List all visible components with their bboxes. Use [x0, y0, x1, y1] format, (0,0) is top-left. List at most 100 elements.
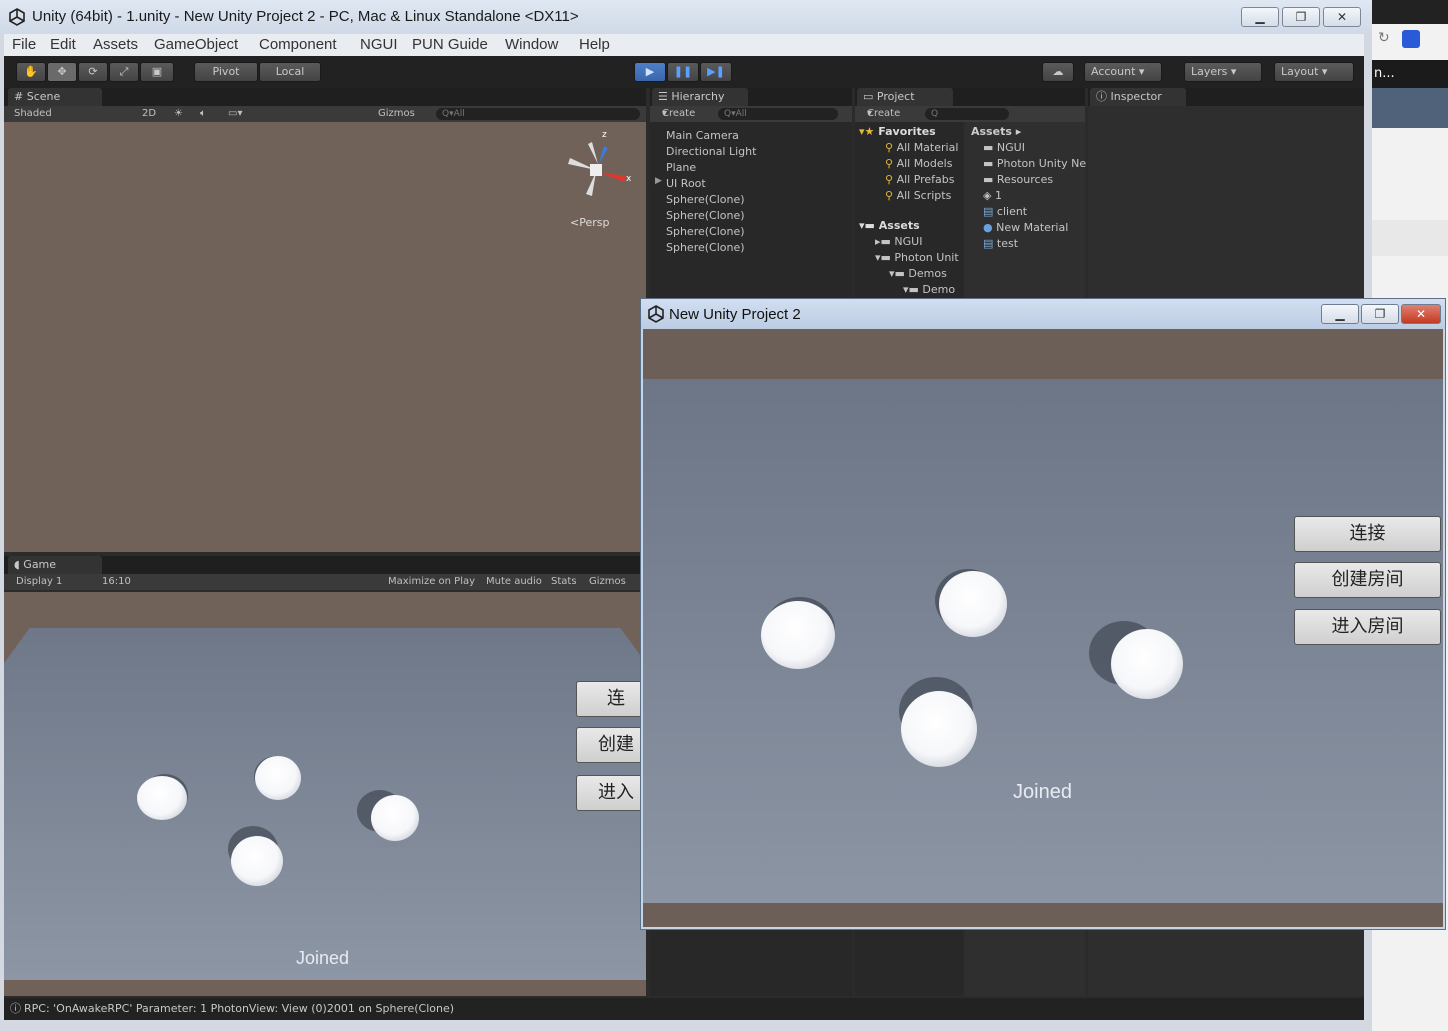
menu-assets[interactable]: Assets [93, 36, 138, 53]
effects-icon[interactable]: ▭▾ [228, 106, 242, 122]
player-close-button[interactable]: ✕ [1401, 304, 1441, 324]
extension-icon[interactable] [1402, 30, 1420, 48]
asset-item[interactable]: ▤ test [971, 236, 1086, 252]
close-button[interactable]: ✕ [1323, 7, 1361, 27]
fav-all-models[interactable]: ⚲ All Models [859, 156, 959, 172]
player-window-titlebar: New Unity Project 2 ▁ ❐ ✕ [641, 299, 1445, 329]
stats-toggle[interactable]: Stats [551, 574, 577, 590]
maximize-on-play-toggle[interactable]: Maximize on Play [388, 574, 475, 590]
status-bar[interactable]: ⓘ RPC: 'OnAwakeRPC' Parameter: 1 PhotonVi… [4, 998, 1364, 1020]
rotate-tool-button[interactable]: ⟳ [78, 62, 108, 82]
persp-label[interactable]: <Persp [570, 216, 609, 229]
minimize-button[interactable]: ▁ [1241, 7, 1279, 27]
audio-icon[interactable]: 🔈︎ [200, 106, 206, 122]
account-dropdown[interactable]: Account ▾ [1084, 62, 1162, 82]
game-create-room-button[interactable]: 创建 [576, 727, 646, 763]
display-dropdown[interactable]: Display 1 [16, 574, 62, 590]
layout-dropdown[interactable]: Layout ▾ [1274, 62, 1354, 82]
tab-inspector[interactable]: ⓘ Inspector [1090, 88, 1186, 106]
aspect-dropdown[interactable]: 16:10 [102, 574, 131, 590]
hierarchy-item[interactable]: Sphere(Clone) [666, 208, 756, 224]
pause-button[interactable]: ❚❚ [667, 62, 699, 82]
lighting-icon[interactable]: ☀ [174, 106, 183, 122]
favorites-item[interactable]: ▾★ Favorites [859, 124, 959, 140]
menu-gameobject[interactable]: GameObject [154, 36, 238, 53]
step-button[interactable]: ▶❚ [700, 62, 732, 82]
mute-audio-toggle[interactable]: Mute audio [486, 574, 542, 590]
assets-tree-root[interactable]: ▾▬ Assets [859, 218, 959, 234]
assets-breadcrumb[interactable]: Assets ▸ [971, 124, 1086, 140]
info-icon: ⓘ [1096, 90, 1107, 103]
player-game-view[interactable]: 连接 创建房间 进入房间 Joined [643, 329, 1443, 927]
hierarchy-item[interactable]: Sphere(Clone) [666, 240, 756, 256]
player-minimize-button[interactable]: ▁ [1321, 304, 1359, 324]
layers-dropdown[interactable]: Layers ▾ [1184, 62, 1262, 82]
game-join-room-button[interactable]: 进入 [576, 775, 646, 811]
asset-item[interactable]: ▤ client [971, 204, 1086, 220]
menu-ngui[interactable]: NGUI [360, 36, 398, 53]
unity-logo-icon [9, 8, 25, 26]
player-maximize-button[interactable]: ❐ [1361, 304, 1399, 324]
scene-search-input[interactable]: Q▾All [436, 108, 640, 120]
cloud-button[interactable]: ☁ [1042, 62, 1074, 82]
join-room-button[interactable]: 进入房间 [1294, 609, 1441, 645]
rect-tool-button[interactable]: ▣ [140, 62, 174, 82]
scene-orientation-gizmo-icon[interactable] [566, 136, 636, 206]
sphere [255, 756, 301, 800]
asset-item[interactable]: ▬ NGUI [971, 140, 1086, 156]
shaded-dropdown[interactable]: Shaded [14, 106, 52, 122]
connect-button[interactable]: 连接 [1294, 516, 1441, 552]
scene-gizmos-dropdown[interactable]: Gizmos [378, 106, 415, 122]
tab-hierarchy[interactable]: ☰ Hierarchy [652, 88, 748, 106]
asset-item[interactable]: ● New Material [971, 220, 1086, 236]
fav-all-scripts[interactable]: ⚲ All Scripts [859, 188, 959, 204]
scale-tool-button[interactable]: ⤢ [109, 62, 139, 82]
asset-item[interactable]: ▬ Resources [971, 172, 1086, 188]
tree-folder[interactable]: ▾▬ Demo [859, 282, 959, 298]
local-button[interactable]: Local [259, 62, 321, 82]
scene-view[interactable]: z x <Persp [4, 122, 646, 552]
move-tool-button[interactable]: ✥ [47, 62, 77, 82]
fav-all-materials[interactable]: ⚲ All Material [859, 140, 959, 156]
refresh-icon[interactable]: ↻ [1378, 30, 1390, 46]
project-search-input[interactable]: Q [925, 108, 1009, 120]
game-view[interactable]: 连 创建 进入 Joined [4, 592, 646, 996]
hierarchy-item[interactable]: UI Root [666, 176, 756, 192]
browser-blue-bar [1372, 88, 1448, 128]
hand-tool-button[interactable]: ✋ [16, 62, 46, 82]
expand-arrow-icon[interactable]: ▶ [655, 176, 662, 186]
asset-item[interactable]: ◈ 1 [971, 188, 1086, 204]
hierarchy-item[interactable]: Main Camera [666, 128, 756, 144]
hierarchy-item[interactable]: Sphere(Clone) [666, 224, 756, 240]
rotate-icon: ⟳ [88, 65, 98, 78]
menu-component[interactable]: Component [259, 36, 337, 53]
hierarchy-item[interactable]: Plane [666, 160, 756, 176]
tab-project[interactable]: ▭ Project [857, 88, 953, 106]
game-gizmos-dropdown[interactable]: Gizmos [589, 574, 626, 590]
menu-pun-guide[interactable]: PUN Guide [412, 36, 488, 53]
play-button[interactable]: ▶ [634, 62, 666, 82]
tab-scene[interactable]: # Scene [8, 88, 102, 106]
hierarchy-item[interactable]: Sphere(Clone) [666, 192, 756, 208]
hierarchy-search-input[interactable]: Q▾All [718, 108, 838, 120]
project-create-dropdown[interactable]: Create ▾ [867, 106, 900, 122]
menu-edit[interactable]: Edit [50, 36, 76, 53]
tab-game[interactable]: ◖ Game [8, 556, 102, 574]
menu-file[interactable]: File [12, 36, 36, 53]
cloud-icon: ☁ [1052, 65, 1064, 78]
unity-logo-icon [648, 305, 664, 323]
tree-folder[interactable]: ▾▬ Photon Unit [859, 250, 959, 266]
menu-window[interactable]: Window [505, 36, 558, 53]
2d-toggle[interactable]: 2D [142, 106, 156, 122]
hierarchy-item[interactable]: Directional Light [666, 144, 756, 160]
maximize-button[interactable]: ❐ [1282, 7, 1320, 27]
tree-folder[interactable]: ▾▬ Demos [859, 266, 959, 282]
hierarchy-create-dropdown[interactable]: Create ▾ [662, 106, 695, 122]
asset-item[interactable]: ▬ Photon Unity Ne [971, 156, 1086, 172]
fav-all-prefabs[interactable]: ⚲ All Prefabs [859, 172, 959, 188]
game-connect-button[interactable]: 连 [576, 681, 646, 717]
tree-folder[interactable]: ▸▬ NGUI [859, 234, 959, 250]
menu-help[interactable]: Help [579, 36, 610, 53]
create-room-button[interactable]: 创建房间 [1294, 562, 1441, 598]
pivot-button[interactable]: Pivot [194, 62, 258, 82]
